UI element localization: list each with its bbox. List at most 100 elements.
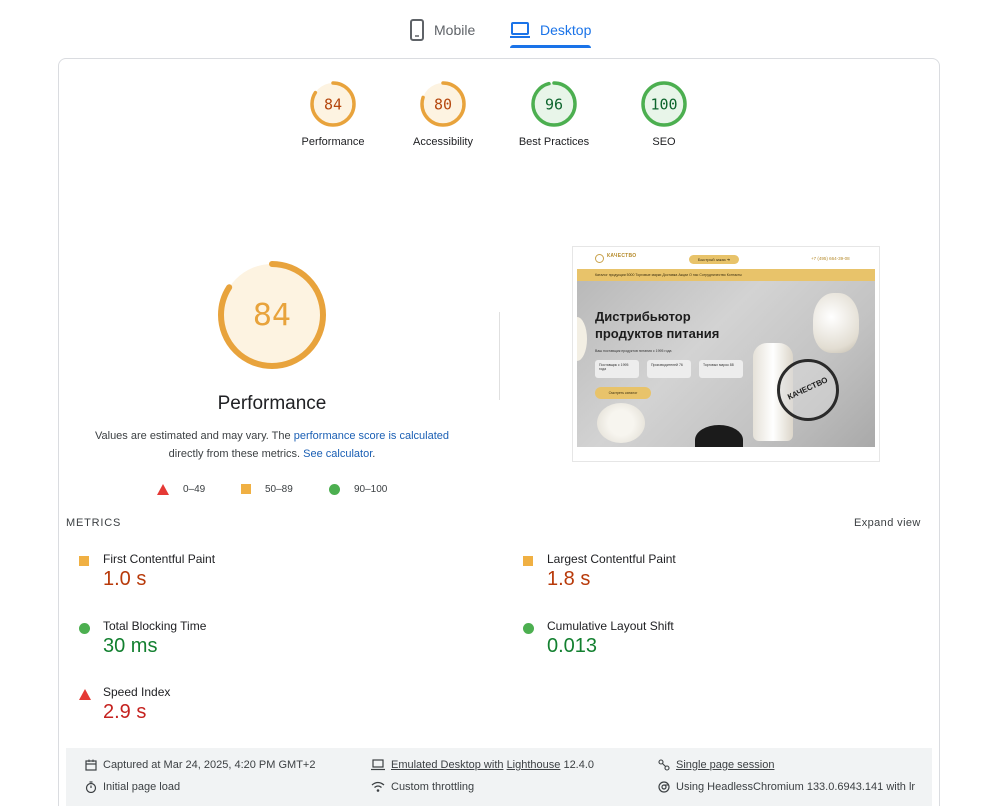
throttling-text: Custom throttling (391, 781, 475, 793)
svg-text:96: 96 (545, 96, 563, 114)
gauge-ring: 100 (641, 81, 687, 127)
expand-view-toggle[interactable]: Expand view (854, 517, 921, 529)
browser-text: Using HeadlessChromium 133.0.6943.141 wi… (676, 781, 916, 793)
hero-headline-line: Дистрибьютор (595, 309, 691, 324)
hero-headline-line: продуктов питания (595, 326, 720, 341)
svg-text:100: 100 (650, 96, 677, 114)
hero-headline: Дистрибьютор продуктов питания (595, 308, 719, 342)
initial-load: Initial page load (85, 781, 180, 793)
metric-value: 2.9 s (103, 701, 147, 723)
phone-icon (410, 19, 424, 41)
cottage-cheese-image (597, 403, 645, 443)
lighthouse-version: 12.4.0 (560, 759, 595, 771)
tab-desktop-label: Desktop (540, 22, 592, 38)
captured-at: Captured at Mar 24, 2025, 4:20 PM GMT+2 (85, 759, 315, 771)
square-icon (241, 484, 251, 494)
hero-subline: Ваш поставщик продуктов питания с 1995 г… (595, 349, 672, 353)
gauge-ring: 96 (531, 81, 577, 127)
session-type: Single page session (658, 759, 774, 771)
metric-value: 0.013 (547, 635, 598, 657)
legend-pass: 90–100 (329, 481, 387, 497)
gauge-ring: 84 (310, 81, 356, 127)
laptop-icon (510, 22, 530, 38)
tab-mobile[interactable]: Mobile (410, 14, 475, 46)
emulated-device: Emulated Desktop with Lighthouse 12.4.0 (371, 759, 594, 771)
gauge-label: Accessibility (413, 136, 473, 148)
legend-average: 50–89 (241, 481, 293, 497)
browser-version: Using HeadlessChromium 133.0.6943.141 wi… (658, 781, 915, 793)
gauge-label: Best Practices (518, 136, 590, 148)
session-icon (658, 759, 670, 771)
final-screenshot[interactable]: КАЧЕСТВО Быстрый заказ ➜ +7 (495) 664-39… (572, 246, 880, 462)
hero-chip: Производителей 76 (647, 360, 691, 378)
bowl-image (695, 425, 743, 447)
see-calculator-link[interactable]: See calculator (303, 448, 372, 460)
desc-text: Values are estimated and may vary. The (94, 430, 294, 442)
site-logo-text: КАЧЕСТВО (607, 253, 637, 259)
gauge-label: SEO (652, 136, 676, 148)
device-tabs: Mobile Desktop (0, 0, 1000, 58)
tab-desktop[interactable]: Desktop (510, 14, 592, 48)
metric-name: First Contentful Paint (103, 552, 216, 566)
desc-text: . (372, 448, 376, 460)
score-calculated-link[interactable]: performance score is calculated (294, 430, 449, 442)
circle-icon (329, 483, 340, 495)
square-icon (523, 556, 533, 566)
tab-mobile-label: Mobile (434, 22, 476, 38)
laptop-icon (371, 759, 385, 771)
performance-gauge: 84 (218, 261, 326, 369)
gauge-best-practices[interactable]: 96 Best Practices (499, 80, 609, 148)
performance-score: 84 (253, 298, 291, 333)
legend-range: 90–100 (354, 483, 388, 495)
gauge-ring: 80 (420, 81, 466, 127)
lighthouse-link[interactable]: Lighthouse (507, 759, 561, 771)
svg-text:84: 84 (324, 96, 342, 114)
hero-chip: Поставщик с 1995 года (595, 360, 639, 378)
performance-title: Performance (217, 393, 327, 414)
gauge-seo[interactable]: 100 SEO (609, 80, 719, 148)
metric-name: Total Blocking Time (103, 619, 207, 633)
stamp-image: КАЧЕСТВО (777, 359, 839, 421)
site-logo-icon (595, 254, 604, 263)
catalog-button: Смотреть каталог (595, 387, 651, 399)
desc-text: directly from these metrics. (168, 448, 304, 460)
jug-image (813, 293, 859, 353)
calendar-icon (85, 759, 97, 771)
emulated-desktop-link[interactable]: Emulated Desktop with (391, 759, 504, 771)
single-page-session-link[interactable]: Single page session (676, 759, 774, 771)
bowl-image (577, 317, 587, 361)
gauge-accessibility[interactable]: 80 Accessibility (388, 80, 498, 148)
circle-icon (79, 623, 90, 634)
stamp-text: КАЧЕСТВО (786, 375, 830, 402)
throttling: Custom throttling (371, 781, 474, 793)
gauge-performance[interactable]: 84 Performance (278, 80, 388, 148)
runtime-settings: Captured at Mar 24, 2025, 4:20 PM GMT+2 … (66, 748, 932, 806)
metric-value: 30 ms (103, 635, 158, 657)
quick-order-button: Быстрый заказ ➜ (689, 255, 739, 264)
metric-value: 1.0 s (103, 568, 147, 590)
wifi-icon (371, 781, 385, 792)
hero-chip: Торговых марок 88 (699, 360, 743, 378)
metric-name: Speed Index (103, 685, 171, 699)
legend-range: 50–89 (265, 483, 293, 495)
metric-name: Largest Contentful Paint (547, 552, 676, 566)
performance-description: Values are estimated and may vary. The p… (82, 427, 462, 463)
site-header: КАЧЕСТВО Быстрый заказ ➜ +7 (495) 664-39… (573, 247, 879, 269)
legend-range: 0–49 (183, 483, 206, 495)
triangle-icon (157, 483, 169, 495)
square-icon (79, 556, 89, 566)
metrics-heading: METRICS (66, 517, 122, 529)
timer-icon (85, 781, 97, 793)
initial-load-text: Initial page load (103, 781, 181, 793)
svg-text:80: 80 (434, 96, 452, 114)
legend-fail: 0–49 (157, 481, 205, 497)
site-hero: КАЧЕСТВО Дистрибьютор продуктов питания … (577, 281, 875, 447)
triangle-icon (79, 689, 91, 700)
divider (499, 312, 500, 400)
site-phone: +7 (495) 664-39-08 (811, 256, 850, 261)
captured-text: Captured at Mar 24, 2025, 4:20 PM GMT+2 (103, 759, 316, 771)
circle-icon (523, 623, 534, 634)
metric-name: Cumulative Layout Shift (547, 619, 674, 633)
metric-value: 1.8 s (547, 568, 591, 590)
gauge-label: Performance (301, 136, 365, 148)
